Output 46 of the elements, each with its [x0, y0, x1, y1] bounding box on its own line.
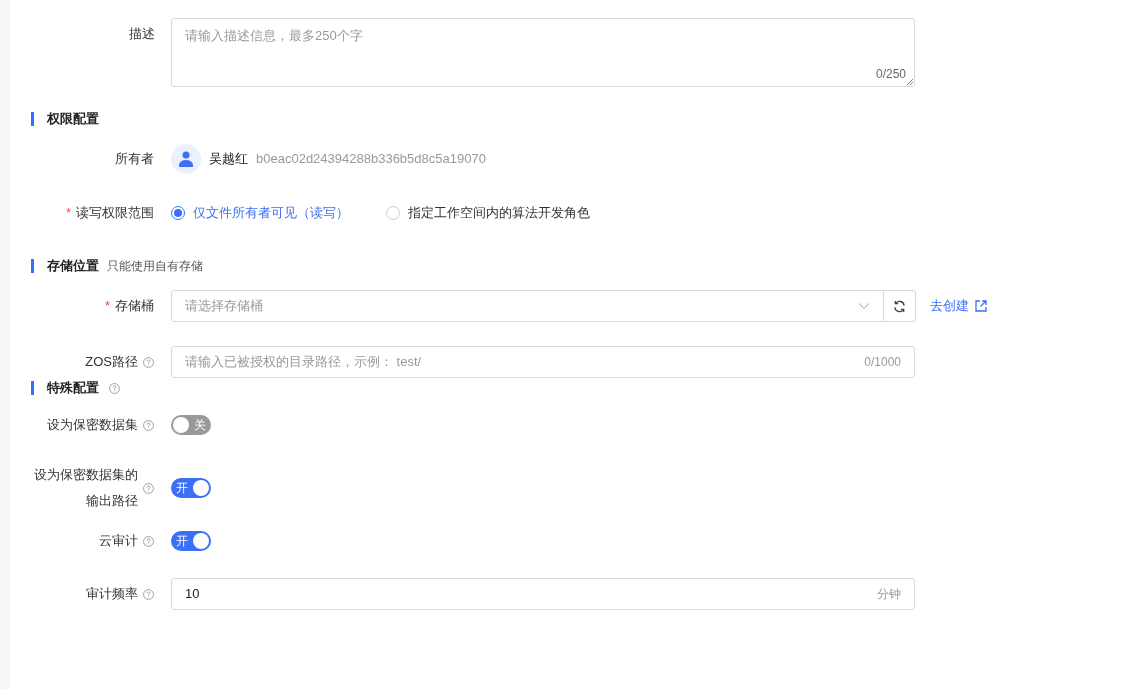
- field-label: 审计频率: [86, 585, 138, 603]
- input-field[interactable]: 请输入已被授权的目录路径，示例： test/ 0/1000: [171, 346, 915, 378]
- toggle-switch[interactable]: 开: [171, 478, 211, 498]
- required-asterisk: *: [65, 204, 71, 223]
- character-counter: 0/250: [875, 66, 906, 83]
- toggle-switch[interactable]: 开: [171, 531, 211, 551]
- field-label: 设为保密数据集: [47, 416, 138, 434]
- section-note: 只能使用自有存储: [107, 258, 203, 275]
- help-icon[interactable]: [109, 382, 120, 394]
- create-link[interactable]: 去创建: [930, 296, 987, 316]
- section-title: 权限配置: [47, 110, 99, 129]
- help-icon[interactable]: [143, 535, 154, 547]
- radio-option[interactable]: 指定工作空间内的算法开发角色: [386, 203, 590, 223]
- refresh-button[interactable]: [884, 290, 916, 322]
- refresh-icon: [893, 299, 906, 313]
- radio-option[interactable]: 仅文件所有者可见（读写）: [171, 203, 349, 223]
- section-title: 存储位置: [47, 257, 99, 276]
- field-label: 所有者: [115, 150, 154, 168]
- placeholder-text: 请输入描述信息，最多250个字: [185, 27, 363, 45]
- field-label: 描述: [129, 25, 155, 43]
- resize-handle-icon[interactable]: [906, 78, 913, 85]
- section-title: 特殊配置: [47, 379, 99, 398]
- field-label: 读写权限范围: [76, 204, 154, 222]
- field-label: 存储桶: [115, 297, 154, 315]
- help-icon[interactable]: [143, 419, 154, 431]
- section-marker: [31, 381, 34, 395]
- help-icon[interactable]: [143, 356, 154, 368]
- select-field[interactable]: 请选择存储桶: [171, 290, 884, 322]
- section-marker: [31, 259, 34, 273]
- required-asterisk: *: [104, 297, 110, 316]
- external-link-icon: [975, 300, 987, 312]
- field-label: ZOS路径: [85, 353, 138, 371]
- help-icon[interactable]: [143, 588, 154, 600]
- help-icon[interactable]: [143, 482, 154, 494]
- chevron-down-icon: [858, 302, 870, 310]
- description-textarea[interactable]: 请输入描述信息，最多250个字 0/250: [171, 18, 915, 87]
- unit-suffix: 分钟: [877, 586, 901, 603]
- field-label: 设为保密数据集的输出路径: [33, 466, 138, 510]
- section-marker: [31, 112, 34, 126]
- character-counter: 0/1000: [864, 354, 901, 371]
- owner-id: b0eac02d24394288b336b5d8c5a19070: [256, 150, 486, 169]
- avatar-icon: [171, 144, 201, 174]
- owner-name: 吴越红: [209, 150, 248, 169]
- field-label: 云审计: [99, 532, 138, 550]
- toggle-switch[interactable]: 关: [171, 415, 211, 435]
- input-field[interactable]: 10 分钟: [171, 578, 915, 610]
